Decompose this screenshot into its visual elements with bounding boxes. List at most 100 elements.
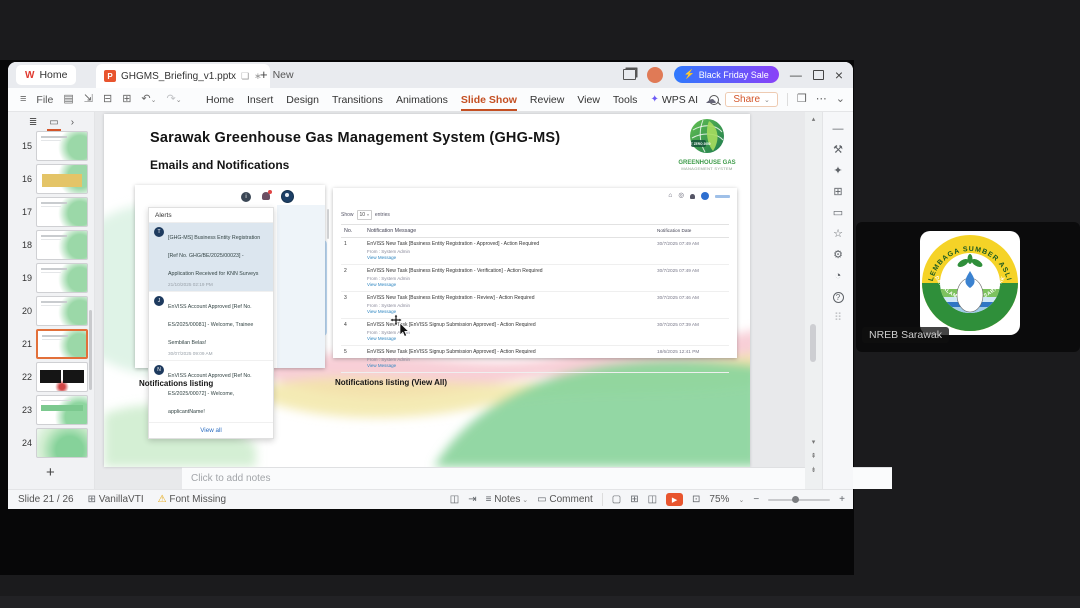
slide-thumbnail-16[interactable]: 16 — [8, 164, 95, 194]
normal-view-icon[interactable]: ▢ — [612, 494, 621, 505]
globe-icon: ◎ — [678, 191, 684, 199]
scrollbar-thumb[interactable] — [810, 324, 816, 362]
alert-item: T [GHG-MS] Business Entity Registration … — [149, 223, 273, 292]
font-missing-button[interactable]: ⚠ Font Missing — [158, 494, 226, 505]
thumbnail-preview — [36, 230, 88, 260]
notes-toggle[interactable]: ≡ Notes ⌄ — [486, 494, 529, 505]
slide-thumbnail-17[interactable]: 17 — [8, 197, 95, 227]
more-icon[interactable]: ⋯ — [816, 94, 827, 105]
slide-thumbnail-23[interactable]: 23 — [8, 395, 95, 425]
previous-slide-icon[interactable]: ⇞ — [805, 452, 822, 460]
menu-item-home[interactable]: Home — [204, 89, 236, 111]
print-preview-icon[interactable]: ⊞ — [122, 94, 131, 105]
alert-time: 21/10/2025 02:19 PM — [168, 282, 213, 287]
restore-button[interactable] — [812, 69, 824, 80]
thumbnail-preview — [36, 296, 88, 326]
more-tools-icon[interactable]: ⠿ — [834, 313, 842, 324]
file-menu[interactable]: File — [36, 94, 53, 106]
ghgms-logo: NET ZERO 2050 GREENHOUSE GAS MANAGEMENT … — [676, 118, 738, 171]
help-icon[interactable]: ? — [832, 292, 844, 303]
print-icon[interactable]: ⊟ — [103, 94, 112, 105]
zoom-slider[interactable] — [768, 495, 831, 503]
tools-icon[interactable]: ⚒ — [833, 145, 843, 156]
undo-icon[interactable]: ↶⌄ — [141, 94, 156, 105]
zoom-out-button[interactable]: − — [753, 494, 759, 505]
settings-icon[interactable]: ⚙ — [833, 250, 843, 261]
slide-canvas[interactable]: Sarawak Greenhouse Gas Management System… — [104, 114, 750, 467]
share-button[interactable]: Share ⌄ — [725, 92, 778, 107]
history-icon[interactable]: ◔ — [835, 271, 842, 282]
promo-button[interactable]: ⚡ Black Friday Sale — [673, 66, 779, 83]
menu-item-insert[interactable]: Insert — [245, 89, 275, 111]
hamburger-icon[interactable]: ≡ — [20, 94, 26, 105]
alerts-dropdown: Alerts T [GHG-MS] Business Entity Regist… — [148, 207, 274, 439]
menu-item-view[interactable]: View — [575, 89, 602, 111]
dashboard-tint — [277, 205, 325, 368]
thumbnail-list: 15 16 17 18 19 20 21 22 23 24 — [8, 131, 95, 458]
export-icon[interactable]: ⇲ — [84, 94, 93, 105]
thumbnail-preview — [36, 395, 88, 425]
home-tab[interactable]: W Home — [16, 65, 77, 85]
redo-icon[interactable]: ↷⌄ — [167, 94, 182, 105]
close-button[interactable]: × — [835, 68, 843, 82]
menu-item-design[interactable]: Design — [284, 89, 321, 111]
slide-thumbnail-20[interactable]: 20 — [8, 296, 95, 326]
collapse-panel-icon[interactable]: › — [71, 117, 74, 128]
fullscreen-icon[interactable]: ⊡ — [692, 494, 700, 505]
task-pane-icon[interactable]: ❒ — [797, 94, 807, 105]
menu-item-animations[interactable]: Animations — [394, 89, 450, 111]
slide-thumbnail-24[interactable]: 24 — [8, 428, 95, 458]
alert-text: [GHG-MS] Business Entity Registration [R… — [168, 235, 261, 277]
single-page-icon[interactable]: ◫ — [450, 494, 459, 505]
username-text — [715, 194, 730, 198]
cloud-sync-icon[interactable]: ☁ — [705, 93, 716, 106]
outline-view-icon[interactable]: ≣ — [29, 117, 37, 128]
comment-pane-icon[interactable]: ▭ — [833, 208, 843, 219]
minimize-button[interactable]: — — [790, 69, 802, 81]
menu-item-review[interactable]: Review — [528, 89, 566, 111]
window-stack-icon[interactable] — [622, 69, 636, 80]
scroll-down-icon[interactable]: ▾ — [805, 438, 822, 446]
reading-view-icon[interactable]: ◫ — [648, 494, 657, 505]
add-slide-button[interactable]: + — [46, 464, 55, 481]
menu-item-slide-show[interactable]: Slide Show — [459, 89, 519, 111]
slide-sorter-icon[interactable]: ⊞ — [630, 494, 638, 505]
right-tool-rail: — ⚒ ✦ ⊞ ▭ ☆ ⚙ ◔ ? ⠿ — [822, 112, 853, 489]
quick-access-group: ≡ File ▤ ⇲ ⊟ ⊞ ↶⌄ ↷⌄ — [20, 88, 182, 111]
comment-button[interactable]: ▭ Comment — [537, 494, 593, 505]
notes-bar[interactable]: Click to add notes — [182, 467, 892, 489]
slide-thumbnail-19[interactable]: 19 — [8, 263, 95, 293]
shapes-icon[interactable]: ⊞ — [833, 187, 842, 198]
thumbnail-scrollbar[interactable] — [89, 310, 92, 390]
collapse-ribbon-icon[interactable]: ⌄ — [836, 94, 845, 105]
slide-thumbnail-15[interactable]: 15 — [8, 131, 95, 161]
menu-item-transitions[interactable]: Transitions — [330, 89, 385, 111]
scroll-up-icon[interactable]: ▴ — [805, 115, 822, 123]
zoom-caret-icon[interactable]: ⌄ — [738, 496, 744, 504]
bolt-icon: ⚡ — [683, 69, 695, 79]
caption-right: Notifications listing (View All) — [335, 378, 448, 387]
document-tab[interactable]: P GHGMS_Briefing_v1.pptx ❏ ∗ — [96, 64, 270, 88]
zoom-level[interactable]: 75% — [709, 494, 729, 505]
account-avatar[interactable] — [646, 66, 663, 83]
zoom-slider-handle[interactable] — [791, 495, 799, 503]
favorites-icon[interactable]: ☆ — [833, 229, 843, 240]
theme-button[interactable]: ⊞ VanillaVTI — [88, 494, 144, 505]
slide-thumbnail-21-selected[interactable]: 21 — [8, 329, 95, 359]
slide-thumbnail-18[interactable]: 18 — [8, 230, 95, 260]
slide-editor-canvas: Sarawak Greenhouse Gas Management System… — [95, 112, 892, 489]
menu-bar: Home Insert Design Transitions Animation… — [204, 88, 720, 111]
new-tab-button[interactable]: + New — [260, 67, 294, 82]
effects-icon[interactable]: ✦ — [833, 166, 842, 177]
zoom-in-button[interactable]: + — [839, 494, 845, 505]
slideshow-play-button[interactable]: ▶ — [666, 493, 684, 506]
menu-item-wps-ai[interactable]: ✦ WPS AI — [648, 89, 700, 111]
menu-item-tools[interactable]: Tools — [611, 89, 640, 111]
next-slide-icon[interactable]: ⇟ — [805, 466, 822, 474]
slide-view-icon[interactable]: ▭ — [47, 117, 62, 131]
participant-tile[interactable]: LEMBAGA SUMBER ASLI DAN ALAM SEKITAR SAR… — [856, 222, 1080, 352]
save-icon[interactable]: ▤ — [63, 94, 73, 105]
collapse-rail-icon[interactable]: — — [833, 124, 844, 135]
fit-slide-icon[interactable]: ⇥ — [468, 494, 476, 505]
slide-thumbnail-22[interactable]: 22 — [8, 362, 95, 392]
